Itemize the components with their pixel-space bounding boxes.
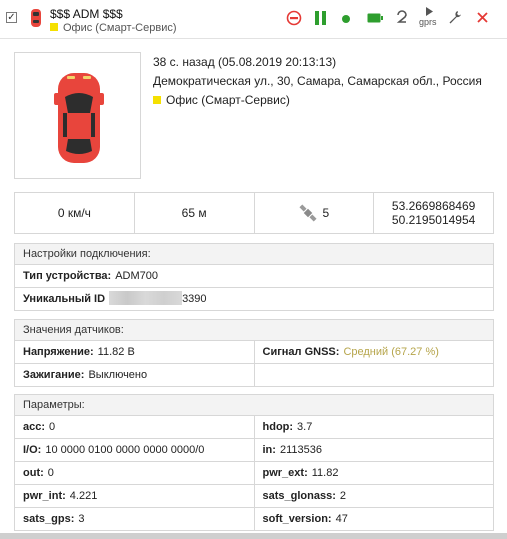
battery-icon <box>367 13 383 23</box>
panel-header: Параметры: <box>15 395 493 416</box>
gprs-label: gprs <box>419 17 437 27</box>
close-icon[interactable] <box>477 12 488 23</box>
param-cell: soft_version: 47 <box>253 508 494 530</box>
param-cell: acc: 0 <box>23 421 56 433</box>
sensors-panel: Значения датчиков: Напряжение: 11.82 В Си… <box>14 319 494 387</box>
pause-icon[interactable] <box>314 10 328 26</box>
satellite-count: 5 <box>322 206 330 220</box>
wrench-icon[interactable] <box>448 10 462 24</box>
table-row: Зажигание: Выключено <box>15 364 493 386</box>
table-row: Напряжение: 11.82 В Сигнал GNSS: Средний (… <box>15 341 493 364</box>
object-header: ✓ $$$ ADM $$$ Офис (Смарт-Сервис) gprs <box>0 0 507 39</box>
altitude-metric: 65 м <box>135 193 255 233</box>
stop-icon[interactable] <box>286 10 302 26</box>
speed-metric: 0 км/ч <box>15 193 135 233</box>
param-cell: sats_glonass: 2 <box>253 485 494 507</box>
address: Демократическая ул., 30, Самара, Самарск… <box>153 74 482 88</box>
device-type-cell: Тип устройства: ADM700 <box>23 270 159 282</box>
satellite-icon <box>298 204 317 222</box>
object-group-label: Офис (Смарт-Сервис) <box>63 22 177 34</box>
latitude: 53.2669868469 <box>391 199 476 213</box>
coordinates-metric: 53.2669868469 50.2195014954 <box>374 193 493 233</box>
voltage-cell: Напряжение: 11.82 В <box>23 346 135 358</box>
satellites-metric: 5 <box>255 193 375 233</box>
group-label: Офис (Смарт-Сервис) <box>166 93 290 107</box>
table-row: sats_gps: 3 soft_version: 47 <box>15 508 493 530</box>
connection-settings-panel: Настройки подключения: Тип устройства: AD… <box>14 243 494 311</box>
object-title: $$$ ADM $$$ <box>50 7 123 21</box>
table-row: pwr_int: 4.221 sats_glonass: 2 <box>15 485 493 508</box>
parameters-panel: Параметры: acc: 0 hdop: 3.7 I/O: 10 0000 01… <box>14 394 494 531</box>
param-cell: pwr_int: 4.221 <box>23 490 98 502</box>
param-cell: pwr_ext: 11.82 <box>253 462 494 484</box>
param-cell: sats_gps: 3 <box>23 513 85 525</box>
online-status-icon <box>342 15 350 23</box>
param-cell: out: 0 <box>23 467 54 479</box>
param-cell: I/O: 10 0000 0100 0000 0000 0000/0 <box>23 444 205 456</box>
panel-header: Значения датчиков: <box>15 320 493 341</box>
object-group: Офис (Смарт-Сервис) <box>50 22 177 34</box>
object-group-info: Офис (Смарт-Сервис) <box>153 91 482 110</box>
table-row: Уникальный ID 3390 <box>15 288 493 310</box>
group-color-marker <box>153 96 161 104</box>
gnss-cell: Сигнал GNSS: Средний (67.27 %) <box>253 341 494 363</box>
gsm-signal-icon <box>396 10 407 23</box>
metrics-bar: 0 км/ч 65 м 5 53.2669868469 50.219501495… <box>14 192 494 234</box>
empty-cell <box>253 364 494 386</box>
table-row: I/O: 10 0000 0100 0000 0000 0000/0 in: 211… <box>15 439 493 462</box>
param-cell: hdop: 3.7 <box>253 416 494 438</box>
unique-id-cell: Уникальный ID 3390 <box>23 291 207 305</box>
ignition-cell: Зажигание: Выключено <box>23 369 148 381</box>
last-update-time: 38 с. назад (05.08.2019 20:13:13) <box>153 55 337 69</box>
group-color-marker <box>50 23 58 31</box>
car-icon <box>31 9 41 27</box>
car-top-view-icon <box>54 73 104 163</box>
play-icon[interactable] <box>424 7 434 16</box>
param-cell: in: 2113536 <box>253 439 494 461</box>
panel-header: Настройки подключения: <box>15 244 493 265</box>
select-checkbox[interactable]: ✓ <box>6 12 17 23</box>
table-row: Тип устройства: ADM700 <box>15 265 493 288</box>
redacted-id <box>109 291 183 305</box>
vehicle-thumbnail <box>14 52 141 179</box>
table-row: acc: 0 hdop: 3.7 <box>15 416 493 439</box>
longitude: 50.2195014954 <box>391 213 476 227</box>
horizontal-scrollbar[interactable] <box>0 533 507 539</box>
table-row: out: 0 pwr_ext: 11.82 <box>15 462 493 485</box>
object-info: 38 с. назад (05.08.2019 20:13:13) Демокр… <box>153 53 482 110</box>
